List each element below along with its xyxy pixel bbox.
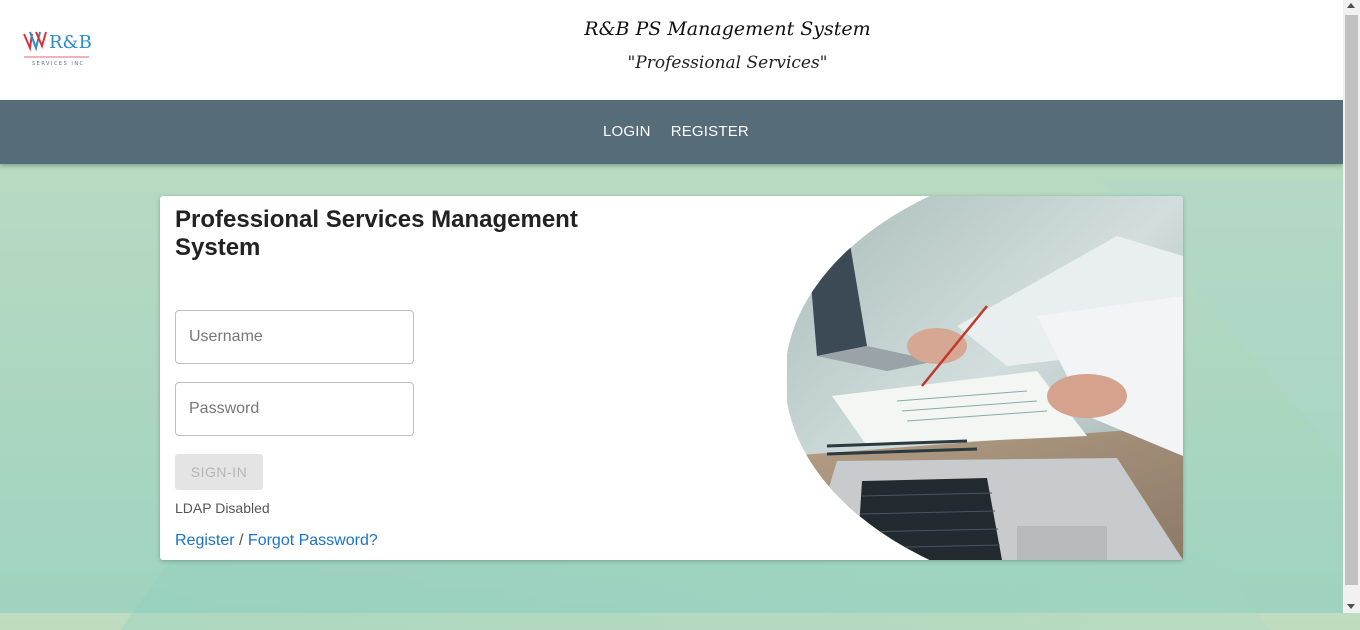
nav-links: LOGIN REGISTER	[603, 123, 749, 140]
login-title: Professional Services Management System	[175, 206, 578, 261]
site-title: R&B PS Management System	[584, 18, 871, 40]
scroll-up-arrow-icon[interactable]	[1347, 3, 1355, 8]
nav-login-link[interactable]: LOGIN	[603, 123, 651, 140]
forgot-password-link[interactable]: Forgot Password?	[248, 532, 378, 549]
register-link[interactable]: Register	[175, 532, 235, 549]
top-navbar: LOGIN REGISTER	[0, 100, 1343, 164]
vertical-scrollbar[interactable]	[1343, 0, 1360, 613]
scroll-down-arrow-icon[interactable]	[1347, 604, 1355, 609]
account-links: Register / Forgot Password?	[175, 532, 378, 550]
login-card: Professional Services Management System …	[160, 196, 1183, 560]
nav-register-link[interactable]: REGISTER	[671, 123, 749, 140]
site-header: R&B SERVICES INC R&B PS Management Syste…	[0, 0, 1343, 100]
scrollbar-thumb[interactable]	[1345, 15, 1358, 585]
ldap-status: LDAP Disabled	[175, 500, 270, 516]
password-input[interactable]	[175, 382, 414, 436]
username-input[interactable]	[175, 310, 414, 364]
link-separator: /	[234, 532, 248, 549]
signin-button[interactable]: SIGN-IN	[175, 454, 263, 490]
hero-photo	[787, 196, 1183, 560]
site-subtitle: "Professional Services"	[627, 53, 828, 73]
